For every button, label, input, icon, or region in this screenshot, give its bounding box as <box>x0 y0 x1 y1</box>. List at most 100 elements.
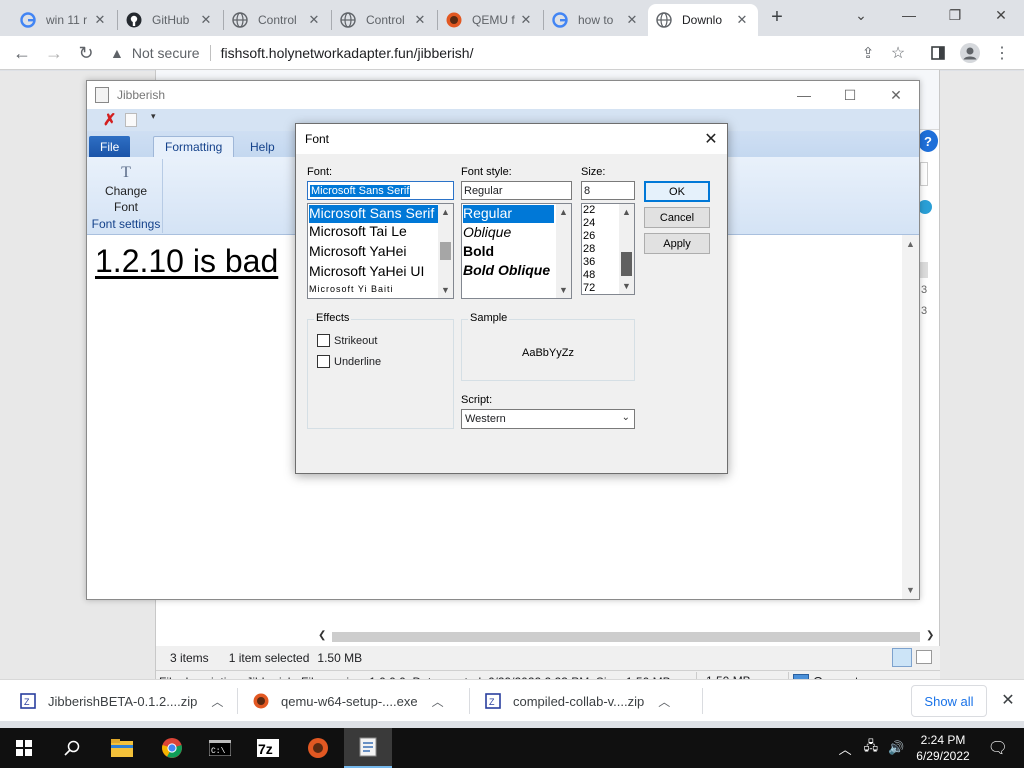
list-item[interactable]: 48 <box>583 269 595 281</box>
tab-search-icon[interactable]: ⌄ <box>838 0 884 30</box>
chevron-down-icon[interactable]: ⌄ <box>622 412 630 423</box>
document-text[interactable]: 1.2.10 is bad <box>95 243 278 280</box>
scroll-left-icon[interactable]: ❮ <box>318 630 330 644</box>
scroll-up-icon[interactable]: ▲ <box>438 205 453 219</box>
volume-icon[interactable]: 🔊 <box>888 740 904 756</box>
font-size-list[interactable]: 22 24 26 28 36 48 72 ▲ ▼ <box>581 203 635 295</box>
tab-qemu[interactable]: QEMU f ✕ <box>438 4 542 36</box>
file-explorer-icon[interactable] <box>98 728 146 768</box>
scroll-thumb[interactable] <box>440 242 451 260</box>
minimize-icon[interactable]: — <box>781 81 827 109</box>
search-icon[interactable] <box>48 728 96 768</box>
details-view-icon[interactable] <box>892 648 912 667</box>
download-item[interactable]: Z JibberishBETA-0.1.2....zip ︿ <box>20 684 223 718</box>
qat-dropdown-icon[interactable]: ▾ <box>151 111 156 122</box>
back-icon[interactable]: ← <box>10 41 34 65</box>
cancel-button[interactable]: Cancel <box>644 207 710 228</box>
security-label[interactable]: Not secure <box>132 45 200 61</box>
share-icon[interactable]: ⇪ <box>856 41 880 65</box>
restore-icon[interactable]: ❐ <box>932 0 978 30</box>
tab-downloads[interactable]: Downlo ✕ <box>648 4 758 36</box>
change-font-button[interactable]: T Change Font <box>89 163 163 214</box>
list-item[interactable]: Microsoft Tai Le <box>309 223 407 239</box>
tab-control-1[interactable]: Control ✕ <box>224 4 330 36</box>
reload-icon[interactable]: ↻ <box>74 41 98 65</box>
font-dialog-title-bar[interactable]: Font ✕ <box>296 124 727 154</box>
menu-icon[interactable]: ⋮ <box>990 41 1014 65</box>
list-item[interactable]: Microsoft Yi Baiti <box>309 284 394 294</box>
list-item[interactable]: 72 <box>583 282 595 294</box>
list-item[interactable]: Microsoft YaHei <box>309 243 407 259</box>
tab-how-to[interactable]: how to ✕ <box>544 4 648 36</box>
apply-button[interactable]: Apply <box>644 233 710 254</box>
new-tab-button[interactable]: + <box>766 6 788 28</box>
tab-control-2[interactable]: Control ✕ <box>332 4 436 36</box>
jibberish-title-bar[interactable]: Jibberish — ☐ ✕ <box>87 81 919 109</box>
list-item[interactable]: 36 <box>583 256 595 268</box>
download-item[interactable]: Z compiled-collab-v....zip ︿ <box>485 684 670 718</box>
large-icons-view-icon[interactable] <box>916 650 932 664</box>
ribbon-tab-formatting[interactable]: Formatting <box>153 136 235 157</box>
list-item[interactable]: Regular <box>463 205 554 223</box>
new-document-icon[interactable] <box>125 113 137 127</box>
chevron-up-icon[interactable]: ︿ <box>658 693 670 710</box>
scroll-down-icon[interactable]: ▼ <box>619 279 634 293</box>
bookmark-star-icon[interactable]: ☆ <box>886 41 910 65</box>
side-panel-icon[interactable] <box>926 41 950 65</box>
address-bar[interactable]: ▲ Not secure fishsoft.holynetworkadapter… <box>110 39 910 67</box>
scroll-up-icon[interactable]: ▲ <box>906 239 915 249</box>
terminal-icon[interactable]: C:\ <box>196 728 244 768</box>
list-item[interactable]: 22 <box>583 204 595 216</box>
chevron-up-icon[interactable]: ︿ <box>432 693 444 710</box>
size-list-scrollbar[interactable]: ▲ ▼ <box>619 204 634 294</box>
clock[interactable]: 2:24 PM 6/29/2022 <box>916 732 969 764</box>
start-button[interactable] <box>0 728 48 768</box>
scroll-down-icon[interactable]: ▼ <box>556 283 571 297</box>
list-item[interactable]: 28 <box>583 243 595 255</box>
close-icon[interactable]: ✕ <box>695 124 727 154</box>
strikeout-checkbox[interactable]: Strikeout <box>317 334 377 347</box>
font-style-input[interactable]: Regular <box>461 181 572 200</box>
chevron-up-icon[interactable]: ︿ <box>839 739 852 758</box>
scroll-thumb[interactable] <box>332 632 920 642</box>
style-list-scrollbar[interactable]: ▲ ▼ <box>556 204 571 298</box>
list-item[interactable]: Oblique <box>463 224 511 240</box>
maximize-icon[interactable]: ☐ <box>827 81 873 109</box>
list-item[interactable]: Bold Oblique <box>463 262 550 278</box>
explorer-hscrollbar[interactable]: ❮ ❯ <box>318 630 938 644</box>
chevron-up-icon[interactable]: ︿ <box>211 693 223 710</box>
download-item[interactable]: qemu-w64-setup-....exe ︿ <box>253 684 444 718</box>
close-icon[interactable]: ✕ <box>996 688 1020 712</box>
help-icon[interactable]: ? <box>918 130 938 152</box>
url-text[interactable]: fishsoft.holynetworkadapter.fun/jibberis… <box>221 45 474 61</box>
close-icon[interactable]: ✕ <box>198 12 214 28</box>
close-icon[interactable]: ✕ <box>624 12 640 28</box>
list-item[interactable]: 24 <box>583 217 595 229</box>
scroll-down-icon[interactable]: ▼ <box>438 283 453 297</box>
close-icon[interactable]: ✕ <box>306 12 322 28</box>
font-size-input[interactable]: 8 <box>581 181 635 200</box>
script-select[interactable]: Western ⌄ <box>461 409 635 429</box>
show-all-button[interactable]: Show all <box>911 685 987 717</box>
document-vscrollbar[interactable]: ▲ ▼ <box>902 235 919 599</box>
close-icon[interactable]: ✕ <box>92 12 108 28</box>
tab-win11[interactable]: win 11 r ✕ <box>12 4 116 36</box>
close-icon[interactable]: ✕ <box>412 12 428 28</box>
qemu-icon[interactable] <box>294 728 342 768</box>
font-name-input[interactable]: Microsoft Sans Serif <box>307 181 454 200</box>
font-list-scrollbar[interactable]: ▲ ▼ <box>438 204 453 298</box>
forward-icon[interactable]: → <box>42 41 66 65</box>
ribbon-tab-file[interactable]: File <box>89 136 131 157</box>
ok-button[interactable]: OK <box>644 181 710 202</box>
list-item[interactable]: Microsoft Sans Serif <box>309 205 438 223</box>
list-item[interactable]: Bold <box>463 243 494 259</box>
scroll-thumb[interactable] <box>621 252 632 276</box>
tab-github[interactable]: GitHub ✕ <box>118 4 222 36</box>
underline-checkbox[interactable]: Underline <box>317 355 381 368</box>
list-item[interactable]: Microsoft YaHei UI <box>309 263 424 279</box>
scroll-up-icon[interactable]: ▲ <box>556 205 571 219</box>
warning-icon[interactable]: ▲ <box>110 45 124 61</box>
chrome-icon[interactable] <box>148 728 196 768</box>
notification-icon[interactable]: 🗨 <box>988 738 1008 758</box>
close-icon[interactable]: ✕ <box>734 12 750 28</box>
